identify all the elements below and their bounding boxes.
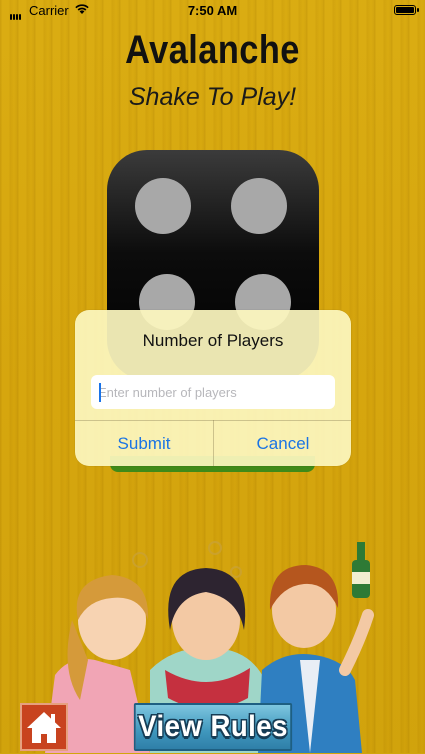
app-subtitle: Shake To Play! [128, 83, 297, 111]
dice-pip [231, 178, 287, 234]
battery-icon [394, 5, 419, 15]
status-time: 7:50 AM [187, 3, 238, 18]
home-icon [27, 712, 61, 743]
dice-pip [135, 178, 191, 234]
app-title: Avalanche [125, 28, 300, 72]
submit-button[interactable]: Submit [75, 421, 213, 466]
home-button[interactable] [20, 703, 68, 751]
status-bar: Carrier 7:50 AM [0, 0, 425, 22]
players-count-input[interactable] [91, 375, 335, 409]
players-alert-dialog: Number of Players Submit Cancel [75, 310, 351, 466]
cancel-button[interactable]: Cancel [214, 421, 352, 466]
alert-title: Number of Players [142, 331, 284, 350]
text-cursor [99, 383, 101, 402]
view-rules-button[interactable]: View Rules [133, 703, 293, 751]
